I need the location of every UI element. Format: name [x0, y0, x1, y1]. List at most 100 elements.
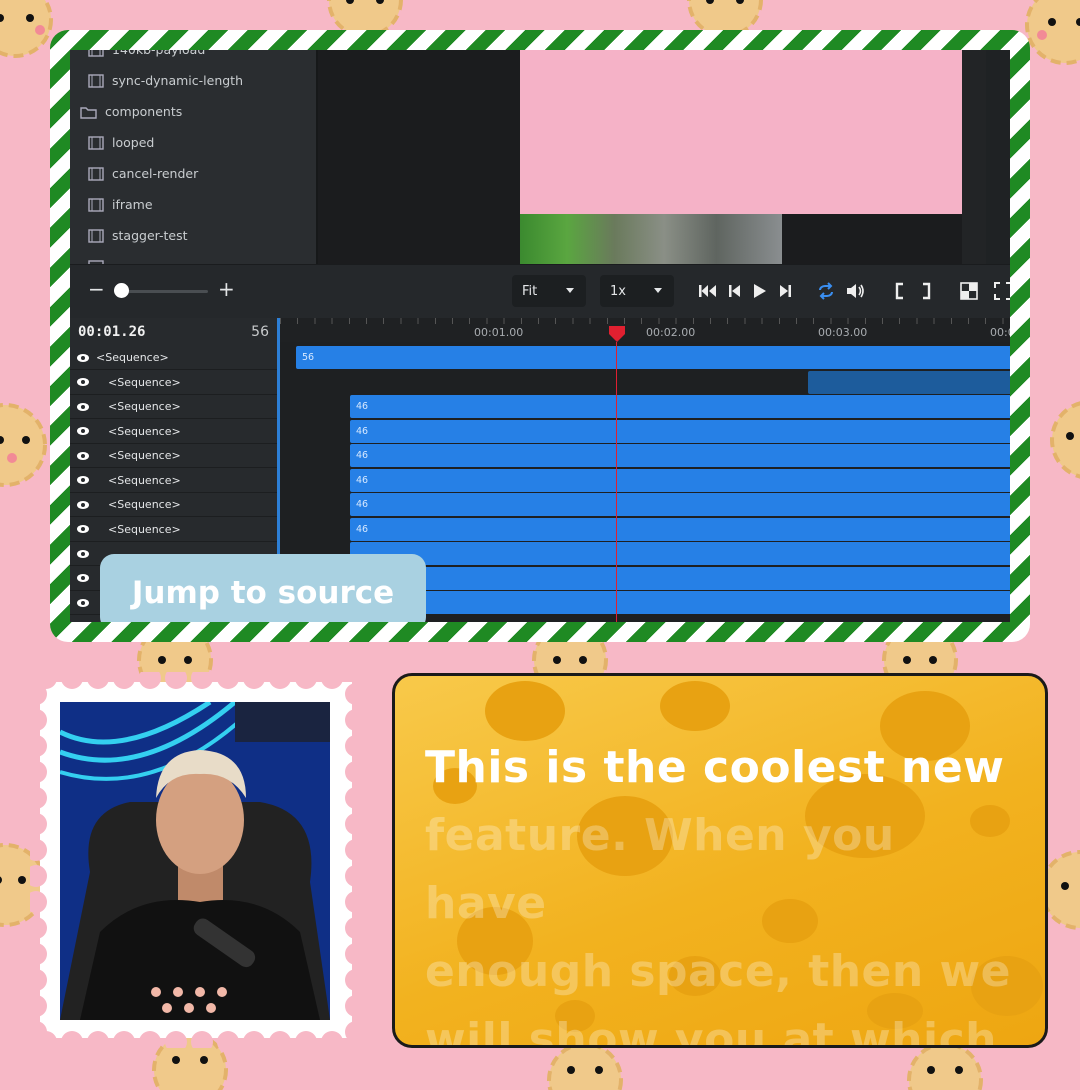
sequence-bar[interactable]: 46 — [350, 444, 1010, 467]
sidebar-item-stagger-test[interactable]: stagger-test — [88, 220, 188, 251]
timecode: 00:01.26 — [78, 324, 146, 340]
chevron-down-icon — [654, 288, 662, 293]
track-row[interactable]: <Sequence> — [70, 371, 277, 395]
track-label: <Sequence> — [96, 351, 169, 364]
eye-icon[interactable] — [76, 573, 90, 583]
jump-to-source-button[interactable]: Jump to source — [100, 554, 426, 622]
step-forward-icon[interactable] — [778, 282, 792, 300]
sequence-bar[interactable] — [808, 370, 1010, 394]
caption-line-active: This is the coolest new — [425, 742, 1005, 793]
playhead-handle[interactable] — [609, 326, 625, 342]
caption-line-upcoming: will show you at which — [425, 1014, 997, 1048]
film-icon — [88, 197, 104, 212]
time-ruler[interactable] — [280, 318, 1010, 342]
film-icon — [88, 166, 104, 181]
loop-icon[interactable] — [816, 282, 836, 300]
sequence-bar[interactable]: 46 — [350, 468, 1010, 492]
track-label: <Sequence> — [108, 400, 181, 413]
eye-icon[interactable] — [76, 353, 90, 363]
eye-icon[interactable] — [76, 426, 90, 436]
step-back-icon[interactable] — [728, 282, 742, 300]
presenter-photo — [60, 702, 330, 1020]
film-icon — [88, 73, 104, 88]
eye-icon[interactable] — [76, 500, 90, 510]
fit-select-value: Fit — [522, 283, 538, 299]
caption-card: This is the coolest new feature. When yo… — [392, 673, 1048, 1048]
caption-text: This is the coolest new feature. When yo… — [425, 734, 1015, 1048]
tick-label: 00:01.00 — [474, 326, 524, 339]
preview-scrollbar[interactable] — [962, 50, 986, 264]
zoom-out-button[interactable]: − — [88, 277, 105, 301]
preview-video-frame — [520, 214, 782, 264]
eye-icon[interactable] — [76, 451, 90, 461]
track-row[interactable]: <Sequence> — [70, 420, 277, 444]
tick-label: 00:0 — [990, 326, 1010, 339]
track-row[interactable]: <Sequence> — [70, 493, 277, 517]
sidebar-item-iframe[interactable]: iframe — [88, 189, 153, 220]
composition-sidebar: 140kb-payload sync-dynamic-length compon… — [70, 50, 316, 264]
sequence-bar[interactable] — [350, 542, 1010, 565]
track-row[interactable]: <Sequence> — [70, 444, 277, 468]
sidebar-item-label: iframe — [112, 197, 153, 212]
track-row[interactable]: <Sequence> — [70, 395, 277, 419]
fullscreen-icon[interactable] — [994, 282, 1010, 300]
eye-icon[interactable] — [76, 475, 90, 485]
speed-select[interactable]: 1x — [600, 275, 674, 307]
sequence-bar[interactable] — [350, 566, 1010, 590]
eye-icon[interactable] — [76, 598, 90, 608]
fit-select[interactable]: Fit — [512, 275, 586, 307]
sequence-bar[interactable]: 46 — [350, 517, 1010, 541]
sidebar-item-partial[interactable] — [88, 251, 112, 264]
sequence-bar[interactable]: 46 — [350, 419, 1010, 443]
zoom-slider-knob[interactable] — [114, 283, 129, 298]
tick-label: 00:03.00 — [818, 326, 868, 339]
track-row[interactable]: <Sequence> — [70, 469, 277, 493]
sidebar-item-components[interactable]: components — [80, 96, 182, 127]
checkerboard-icon[interactable] — [960, 282, 978, 300]
caption-line-upcoming: enough space, then we — [425, 946, 1012, 997]
in-point-icon[interactable] — [894, 282, 906, 300]
sequence-bar[interactable]: 46 — [350, 493, 1010, 516]
sidebar-item-label: 140kb-payload — [112, 50, 205, 57]
play-icon[interactable] — [752, 282, 768, 300]
track-row[interactable]: <Sequence> — [70, 518, 277, 542]
cookie-icon — [1050, 401, 1080, 479]
preview-pink-area — [520, 50, 986, 214]
eye-icon[interactable] — [76, 524, 90, 534]
sidebar-item-sync-dynamic-length[interactable]: sync-dynamic-length — [88, 65, 243, 96]
frame-count: 56 — [251, 324, 269, 340]
sequence-bar[interactable] — [350, 591, 1010, 614]
playback-controls: − + Fit 1x — [70, 264, 1010, 319]
track-label: <Sequence> — [108, 473, 181, 487]
speed-select-value: 1x — [610, 283, 626, 299]
eye-icon[interactable] — [76, 549, 90, 559]
sequence-bar[interactable]: 46 — [350, 395, 1010, 418]
sidebar-item-label: sync-dynamic-length — [112, 73, 244, 88]
striped-frame: 140kb-payload sync-dynamic-length compon… — [50, 30, 1030, 642]
sequence-bar[interactable]: 56 — [296, 346, 1010, 369]
film-icon — [88, 135, 104, 150]
track-label: <Sequence> — [108, 498, 181, 511]
track-label: <Sequence> — [108, 449, 181, 462]
editor-screen: 140kb-payload sync-dynamic-length compon… — [70, 50, 1010, 622]
out-point-icon[interactable] — [920, 282, 932, 300]
sidebar-item-label: components — [105, 104, 183, 119]
eye-icon[interactable] — [76, 377, 90, 387]
sidebar-item-140kb-payload[interactable]: 140kb-payload — [88, 50, 205, 65]
sidebar-item-label: cancel-render — [112, 166, 199, 181]
eye-icon[interactable] — [76, 402, 90, 412]
playhead-line — [616, 342, 617, 622]
track-label: <Sequence> — [108, 424, 181, 438]
sidebar-item-label: stagger-test — [112, 228, 188, 243]
zoom-in-button[interactable]: + — [218, 277, 235, 301]
jump-to-start-icon[interactable] — [698, 282, 718, 300]
presenter-image — [60, 702, 330, 1020]
sidebar-item-looped[interactable]: looped — [88, 127, 154, 158]
folder-icon — [80, 106, 97, 119]
preview-canvas — [318, 50, 986, 264]
track-row[interactable]: <Sequence> — [70, 346, 277, 370]
sidebar-item-cancel-render[interactable]: cancel-render — [88, 158, 198, 189]
volume-icon[interactable] — [846, 282, 866, 300]
track-label: <Sequence> — [108, 375, 181, 389]
tick-label: 00:02.00 — [646, 326, 696, 339]
